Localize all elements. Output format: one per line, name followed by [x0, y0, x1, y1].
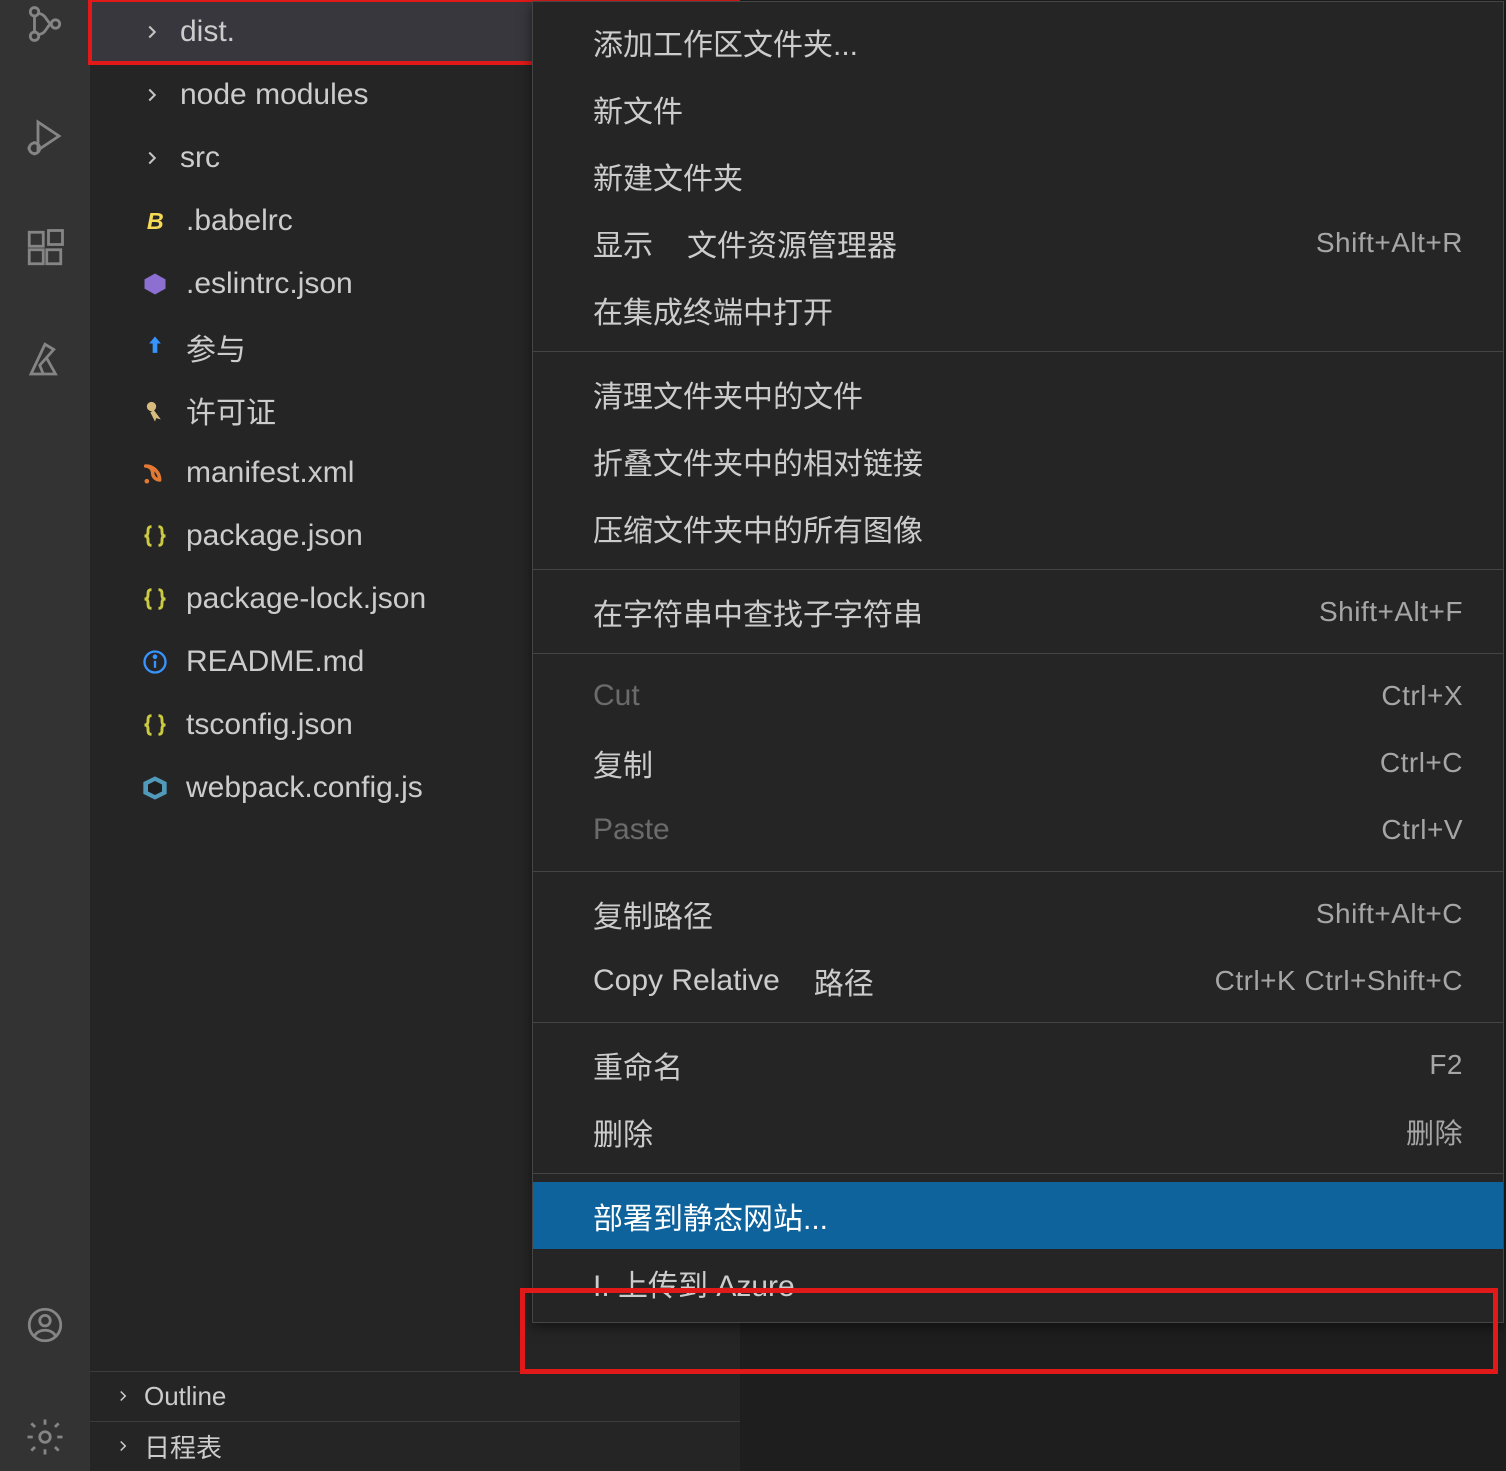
menu-item-label: 压缩文件夹中的所有图像	[593, 506, 923, 550]
timeline-panel[interactable]: 日程表	[90, 1421, 740, 1471]
extensions-icon[interactable]	[21, 224, 69, 272]
menu-item-shortcut: Ctrl+X	[1381, 680, 1463, 712]
chevron-right-icon	[140, 146, 164, 170]
menu-item-shortcut: 删除	[1406, 1112, 1463, 1152]
tree-item-label: .eslintrc.json	[186, 267, 353, 301]
menu-item-shortcut: Shift+Alt+C	[1316, 898, 1463, 930]
menu-upload-to-azure[interactable]: I. 上传到 Azure	[533, 1249, 1503, 1316]
menu-item-sublabel: 文件资源管理器	[687, 221, 897, 265]
tree-item-label: .babelrc	[186, 204, 293, 238]
file-icon	[140, 773, 170, 803]
file-icon	[140, 332, 170, 362]
menu-copy[interactable]: 复制 Ctrl+C	[533, 729, 1503, 796]
timeline-label: 日程表	[144, 1428, 222, 1465]
activity-bar	[0, 0, 90, 1471]
menu-add-workspace-folder[interactable]: 添加工作区文件夹...	[533, 8, 1503, 75]
menu-new-folder[interactable]: 新建文件夹	[533, 142, 1503, 209]
menu-item-shortcut: Ctrl+K Ctrl+Shift+C	[1215, 965, 1463, 997]
menu-paste: Paste Ctrl+V	[533, 796, 1503, 863]
menu-item-label: 显示	[593, 221, 653, 265]
menu-find-in-folder[interactable]: 在字符串中查找子字符串 Shift+Alt+F	[533, 578, 1503, 645]
menu-item-label: 在集成终端中打开	[593, 288, 833, 332]
menu-item-label: Copy Relative	[593, 964, 780, 998]
menu-separator	[533, 569, 1503, 570]
tree-item-label: 参与	[186, 325, 246, 369]
tree-item-label: node modules	[180, 78, 368, 112]
menu-compress-images[interactable]: 压缩文件夹中的所有图像	[533, 494, 1503, 561]
tree-item-label: 许可证	[186, 388, 276, 432]
azure-icon[interactable]	[21, 336, 69, 384]
tree-item-label: manifest.xml	[186, 456, 354, 490]
chevron-right-icon	[140, 83, 164, 107]
menu-separator	[533, 1022, 1503, 1023]
file-icon	[140, 269, 170, 299]
outline-label: Outline	[144, 1381, 226, 1412]
tree-item-label: tsconfig.json	[186, 708, 353, 742]
context-menu: 添加工作区文件夹... 新文件新建文件夹显示文件资源管理器 Shift+Alt+R 在…	[532, 1, 1504, 1323]
svg-text:B: B	[147, 208, 164, 234]
menu-rename[interactable]: 重命名 F2	[533, 1031, 1503, 1098]
menu-item-shortcut: Ctrl+V	[1381, 814, 1463, 846]
menu-separator	[533, 653, 1503, 654]
chevron-right-icon	[114, 1431, 132, 1462]
scm-icon[interactable]	[21, 0, 69, 48]
tree-item-label: package.json	[186, 519, 363, 553]
menu-item-shortcut: F2	[1429, 1049, 1463, 1081]
menu-item-label: 新建文件夹	[593, 154, 743, 198]
file-icon	[140, 710, 170, 740]
menu-copy-relative-path[interactable]: Copy Relative 路径 Ctrl+K Ctrl+Shift+C	[533, 947, 1503, 1014]
menu-item-label: 添加工作区文件夹...	[593, 20, 858, 64]
menu-deploy-static-site[interactable]: 部署到静态网站...	[533, 1182, 1503, 1249]
chevron-right-icon	[140, 20, 164, 44]
tree-item-label: webpack.config.js	[186, 771, 423, 805]
menu-open-terminal[interactable]: 在集成终端中打开	[533, 276, 1503, 343]
file-icon: B	[140, 206, 170, 236]
menu-separator	[533, 351, 1503, 352]
tree-item-label: src	[180, 141, 220, 175]
menu-collapse-links[interactable]: 折叠文件夹中的相对链接	[533, 427, 1503, 494]
menu-delete[interactable]: 删除 删除	[533, 1098, 1503, 1165]
menu-item-label: 新文件	[593, 87, 683, 131]
menu-item-label: 重命名	[593, 1043, 683, 1087]
menu-copy-path[interactable]: 复制路径 Shift+Alt+C	[533, 880, 1503, 947]
menu-item-shortcut: Shift+Alt+R	[1316, 227, 1463, 259]
menu-item-label: 清理文件夹中的文件	[593, 372, 863, 416]
menu-item-label: 复制	[593, 741, 653, 785]
file-icon	[140, 458, 170, 488]
menu-item-label: 删除	[593, 1110, 653, 1154]
menu-new-file[interactable]: 新文件	[533, 75, 1503, 142]
menu-cleanup-files[interactable]: 清理文件夹中的文件	[533, 360, 1503, 427]
menu-item-label: Cut	[593, 679, 640, 713]
menu-separator	[533, 1173, 1503, 1174]
menu-item-label: 在字符串中查找子字符串	[593, 590, 923, 634]
menu-item-label: I. 上传到 Azure	[593, 1261, 795, 1305]
tree-item-label: dist.	[180, 15, 235, 49]
file-icon	[140, 395, 170, 425]
menu-item-label: 部署到静态网站...	[593, 1194, 828, 1238]
menu-cut: Cut Ctrl+X	[533, 662, 1503, 729]
outline-panel[interactable]: Outline	[90, 1371, 740, 1421]
menu-item-sublabel: 路径	[814, 959, 874, 1003]
menu-item-shortcut: Shift+Alt+F	[1319, 596, 1463, 628]
menu-item-shortcut: Ctrl+C	[1380, 747, 1463, 779]
run-debug-icon[interactable]	[21, 112, 69, 160]
file-icon	[140, 521, 170, 551]
tree-item-label: package-lock.json	[186, 582, 426, 616]
menu-reveal-explorer[interactable]: 显示文件资源管理器 Shift+Alt+R	[533, 209, 1503, 276]
menu-separator	[533, 871, 1503, 872]
file-icon	[140, 647, 170, 677]
menu-item-label: Paste	[593, 813, 670, 847]
menu-item-label: 折叠文件夹中的相对链接	[593, 439, 923, 483]
file-icon	[140, 584, 170, 614]
tree-item-label: README.md	[186, 645, 364, 679]
menu-item-label: 复制路径	[593, 892, 713, 936]
account-icon[interactable]	[21, 1301, 69, 1349]
chevron-right-icon	[114, 1381, 132, 1412]
settings-gear-icon[interactable]	[21, 1413, 69, 1461]
